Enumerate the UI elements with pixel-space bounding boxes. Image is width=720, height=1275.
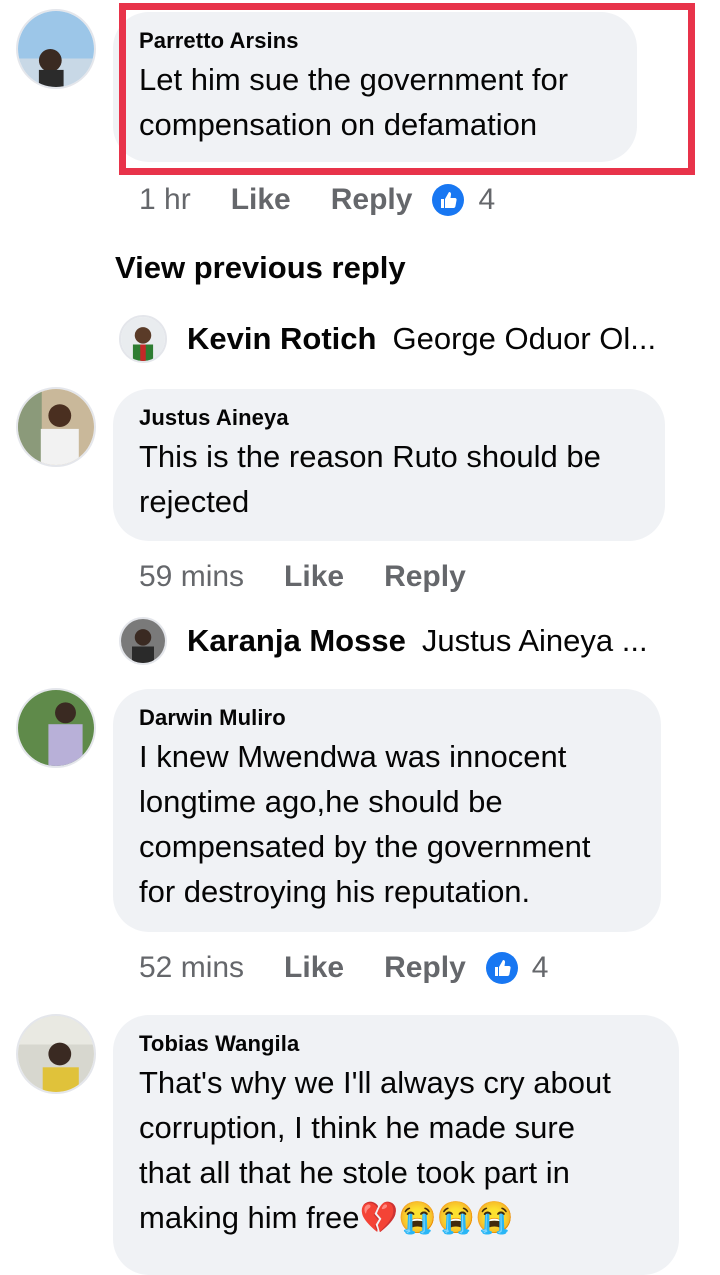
thumbs-up-icon[interactable] — [432, 184, 465, 216]
comment-author[interactable]: Justus Aineya — [139, 405, 639, 431]
comment-actions: 52 mins Like Reply 4 — [139, 948, 548, 988]
reply-button[interactable]: Reply — [384, 557, 466, 597]
comment-author[interactable]: Tobias Wangila — [139, 1031, 653, 1057]
view-previous-reply-link[interactable]: View previous reply — [115, 250, 406, 286]
comment-text: That's why we I'll always cry about corr… — [139, 1065, 611, 1235]
comment-bubble[interactable]: Justus Aineya This is the reason Ruto sh… — [113, 389, 665, 541]
reply-snippet: Justus Aineya ... — [421, 623, 648, 658]
reply-author[interactable]: Kevin Rotich — [187, 321, 376, 357]
thumbs-up-icon[interactable] — [485, 952, 518, 984]
avatar[interactable] — [119, 315, 167, 363]
comment-actions: 59 mins Like Reply — [139, 557, 466, 597]
comment-text: This is the reason Ruto should be reject… — [139, 439, 601, 519]
timestamp[interactable]: 59 mins — [139, 557, 244, 597]
reply-button[interactable]: Reply — [331, 180, 413, 220]
reply-button[interactable]: Reply — [384, 948, 466, 988]
comment-author[interactable]: Darwin Muliro — [139, 705, 635, 731]
reply-preview[interactable]: Kevin Rotich George Oduor Ol... — [119, 314, 656, 364]
like-button[interactable]: Like — [284, 557, 344, 597]
avatar[interactable] — [119, 617, 167, 665]
avatar[interactable] — [16, 688, 96, 768]
timestamp[interactable]: 52 mins — [139, 948, 244, 988]
reply-snippet: George Oduor Ol... — [392, 321, 657, 356]
comment-actions: 1 hr Like Reply 4 — [139, 180, 495, 220]
avatar[interactable] — [16, 9, 96, 89]
like-button[interactable]: Like — [231, 180, 291, 220]
avatar[interactable] — [16, 387, 96, 467]
timestamp[interactable]: 1 hr — [139, 180, 191, 220]
comment-text: I knew Mwendwa was innocent longtime ago… — [139, 739, 591, 909]
reaction-count[interactable]: 4 — [478, 180, 495, 220]
like-button[interactable]: Like — [284, 948, 344, 988]
reply-preview[interactable]: Karanja Mosse Justus Aineya ... — [119, 616, 648, 666]
reaction-count[interactable]: 4 — [532, 948, 549, 988]
comment-bubble[interactable]: Tobias Wangila That's why we I'll always… — [113, 1015, 679, 1275]
highlight-box — [119, 3, 695, 175]
reply-author[interactable]: Karanja Mosse — [187, 623, 406, 659]
comment-bubble[interactable]: Darwin Muliro I knew Mwendwa was innocen… — [113, 689, 661, 932]
avatar[interactable] — [16, 1014, 96, 1094]
